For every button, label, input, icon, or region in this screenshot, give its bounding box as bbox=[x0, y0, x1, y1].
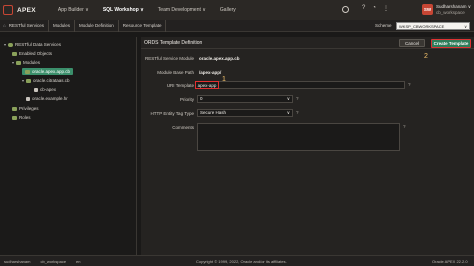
chevron-down-icon: ∨ bbox=[286, 110, 290, 115]
panel-header: ORDS Template Definition Cancel Create T… bbox=[141, 37, 474, 49]
breadcrumb-label: RESTful Services bbox=[8, 23, 44, 28]
nav-team-development[interactable]: Team Development ∨ bbox=[158, 7, 206, 13]
panel-title: ORDS Template Definition bbox=[144, 40, 203, 46]
tree-item-example-hr[interactable]: oracle.example.hr bbox=[26, 95, 68, 102]
priority-select[interactable]: 0 ∨ bbox=[197, 95, 293, 103]
tree-root-label: RESTful Data Services bbox=[15, 42, 62, 47]
uri-template-field[interactable] bbox=[195, 81, 405, 89]
database-icon bbox=[8, 42, 14, 47]
header-icons: ? ◔ ⋮ bbox=[362, 5, 389, 12]
tree-label: Modules bbox=[23, 60, 41, 65]
base-path-value: /apex-app/ bbox=[199, 70, 222, 75]
callout-2: 2 bbox=[424, 53, 428, 60]
footer-copyright: Copyright © 1999, 2022, Oracle and/or it… bbox=[196, 259, 287, 264]
tree-modules[interactable]: ▾ Modules bbox=[12, 59, 40, 66]
tree-enabled-objects[interactable]: Enabled Objects bbox=[12, 50, 52, 57]
etag-type-select[interactable]: Secure Hash ∨ bbox=[197, 109, 293, 117]
footer-version: Oracle APEX 22.2.0 bbox=[432, 259, 468, 264]
chevron-down-icon: ∨ bbox=[464, 24, 467, 29]
tree-roles[interactable]: Roles bbox=[12, 114, 31, 121]
tree-root[interactable]: ▾ RESTful Data Services bbox=[4, 41, 61, 48]
tree-item-cb-apex[interactable]: cb-apex bbox=[34, 86, 56, 93]
folder-icon bbox=[16, 60, 22, 65]
settings-icon[interactable]: ⋮ bbox=[383, 5, 389, 12]
user-name: Sudharshanam ∨ bbox=[436, 4, 472, 9]
cancel-button[interactable]: Cancel bbox=[399, 39, 425, 47]
footer-workspace: cb_workspace bbox=[40, 259, 67, 264]
menu-icon[interactable] bbox=[3, 5, 13, 15]
uri-template-label: URI Template bbox=[166, 83, 194, 88]
tree-item-citrataas[interactable]: ▾ oracle.citrataas.cb bbox=[22, 77, 70, 84]
folder-icon bbox=[12, 106, 17, 111]
nav-gallery[interactable]: Gallery bbox=[220, 7, 236, 13]
breadcrumb-modules[interactable]: Modules bbox=[49, 19, 75, 32]
nav-app-builder[interactable]: App Builder ∨ bbox=[58, 7, 89, 13]
comments-textarea[interactable] bbox=[197, 123, 400, 151]
service-module-label: RESTful Service Module bbox=[144, 56, 194, 61]
file-icon bbox=[26, 96, 30, 101]
user-workspace: cb_workspace bbox=[436, 9, 465, 15]
etag-type-label: HTTP Entity Tag Type bbox=[150, 111, 194, 116]
breadcrumb-resource-template: Resource Template bbox=[119, 19, 167, 32]
notifications-icon[interactable]: ◔ bbox=[372, 5, 376, 12]
comments-label: Comments bbox=[172, 125, 194, 130]
template-definition-panel: ORDS Template Definition Cancel Create T… bbox=[141, 37, 474, 255]
main-nav: App Builder ∨ SQL Workshop ∨ Team Develo… bbox=[58, 7, 250, 13]
help-icon[interactable]: ? bbox=[403, 124, 406, 129]
uri-template-input[interactable]: apex-app bbox=[195, 81, 219, 89]
footer-user: sudharshanam bbox=[4, 259, 31, 264]
priority-value: 0 bbox=[200, 96, 203, 101]
folder-icon bbox=[25, 69, 30, 74]
chevron-down-icon: ∨ bbox=[286, 96, 290, 101]
footer-user-info: sudharshanam cb_workspace en bbox=[4, 259, 81, 264]
caret-icon: ▾ bbox=[4, 42, 7, 47]
etag-type-value: Secure Hash bbox=[200, 110, 227, 115]
tree-privileges[interactable]: Privileges bbox=[12, 105, 39, 112]
caret-icon: ▾ bbox=[22, 78, 25, 83]
service-module-value: oracle.apex.app.cb bbox=[199, 56, 240, 61]
tree-label: cb-apex bbox=[40, 87, 57, 92]
footer-language[interactable]: en bbox=[76, 259, 80, 264]
nav-sql-workshop[interactable]: SQL Workshop ∨ bbox=[103, 7, 144, 13]
tree-label: Roles bbox=[19, 115, 31, 120]
folder-icon bbox=[12, 51, 17, 56]
tree-item-apex-app[interactable]: oracle.apex.app.cb bbox=[22, 68, 74, 75]
home-icon: ⌂ bbox=[3, 23, 6, 28]
tree-label: oracle.apex.app.cb bbox=[32, 69, 71, 74]
top-navigation-bar: APEX App Builder ∨ SQL Workshop ∨ Team D… bbox=[0, 0, 474, 20]
tree-label: oracle.citrataas.cb bbox=[33, 78, 70, 83]
callout-1: 1 bbox=[222, 76, 226, 83]
tree-label: oracle.example.hr bbox=[32, 96, 68, 101]
folder-icon bbox=[12, 115, 17, 120]
create-template-button[interactable]: Create Template bbox=[431, 39, 471, 48]
scheme-value: WKSP_CBWORKSPACE bbox=[399, 24, 445, 29]
help-icon[interactable]: ? bbox=[408, 82, 411, 87]
file-icon bbox=[34, 87, 38, 92]
avatar[interactable]: SW bbox=[422, 4, 433, 15]
page-footer: sudharshanam cb_workspace en Copyright ©… bbox=[0, 255, 474, 266]
tree-label: Privileges bbox=[19, 106, 39, 111]
apex-logo[interactable]: APEX bbox=[3, 5, 36, 15]
tree-label: Enabled Objects bbox=[19, 51, 53, 56]
priority-label: Priority bbox=[179, 97, 194, 102]
scheme-label: Scheme bbox=[375, 23, 392, 28]
search-icon[interactable] bbox=[342, 6, 349, 13]
base-path-label: Module Base Path bbox=[157, 70, 194, 75]
breadcrumb-module-definition[interactable]: Module Definition bbox=[75, 19, 119, 32]
caret-icon: ▾ bbox=[12, 60, 15, 65]
folder-icon bbox=[26, 78, 32, 83]
user-menu[interactable]: Sudharshanam ∨ cb_workspace bbox=[436, 4, 471, 15]
app-title: APEX bbox=[17, 6, 36, 14]
help-icon[interactable]: ? bbox=[296, 110, 299, 115]
breadcrumb-restful-services[interactable]: ⌂ RESTful Services bbox=[0, 19, 49, 32]
help-icon[interactable]: ? bbox=[362, 5, 365, 12]
scheme-select[interactable]: WKSP_CBWORKSPACE ∨ bbox=[396, 22, 470, 30]
help-icon[interactable]: ? bbox=[296, 96, 299, 101]
